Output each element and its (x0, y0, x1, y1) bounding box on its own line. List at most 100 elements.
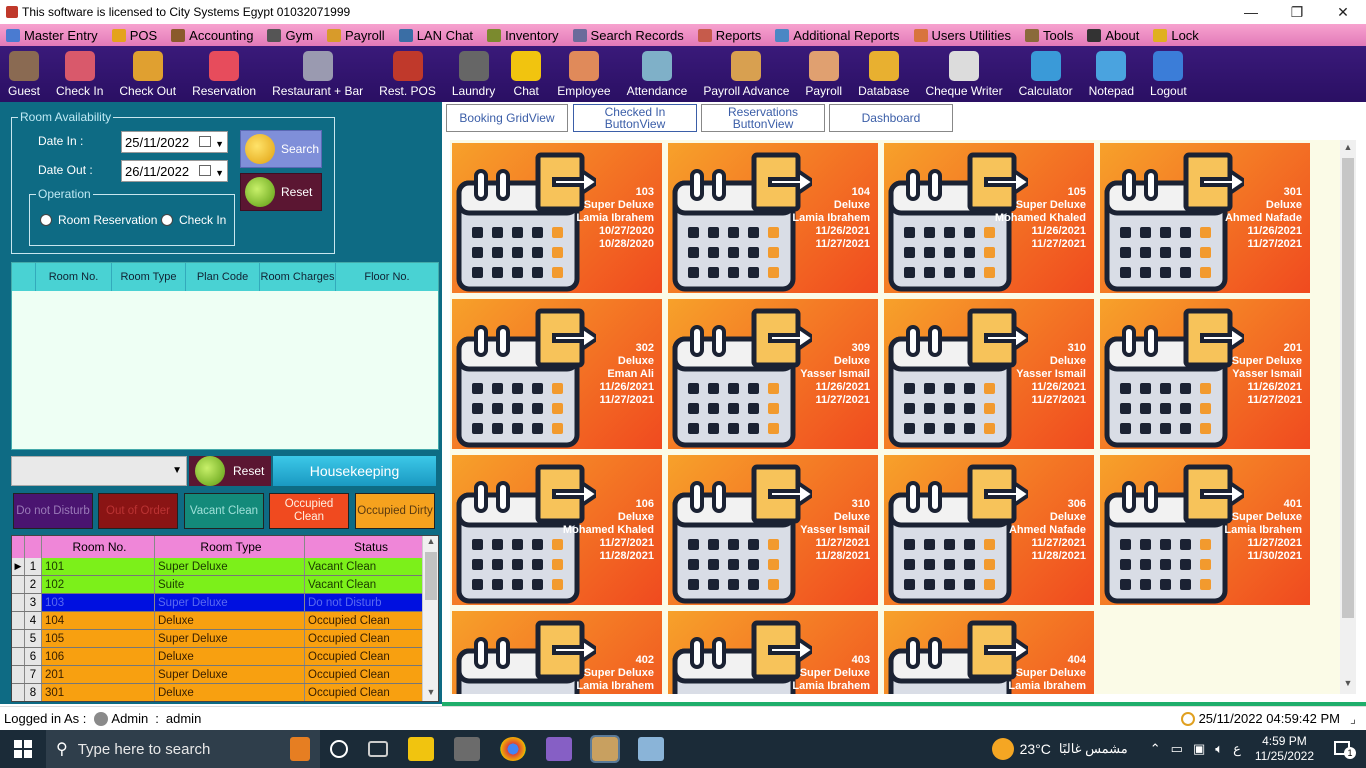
col-room-charges[interactable]: Room Charges (260, 263, 336, 291)
taskbar-search-box[interactable]: ⚲ Type here to search (46, 730, 320, 768)
tab-checked-in-buttonview[interactable]: Checked In ButtonView (573, 104, 697, 132)
room-card-401[interactable]: 401 Super Deluxe Lamia Ibrahem 11/27/2021 11… (1100, 455, 1310, 605)
toolbar-notepad[interactable]: Notepad (1081, 51, 1142, 102)
toolbar-payroll[interactable]: Payroll (797, 51, 850, 102)
housekeeping-reset-button[interactable]: Reset (189, 456, 271, 486)
scroll-down-icon[interactable]: ▼ (1340, 678, 1356, 692)
toolbar-chat[interactable]: Chat (503, 51, 549, 102)
room-card-310[interactable]: 310 Deluxe Yasser Ismail 11/27/2021 11/28/20… (668, 455, 878, 605)
availability-reset-button[interactable]: Reset (240, 173, 322, 211)
room-card-106[interactable]: 106 Deluxe Mohamed Khaled 11/27/2021 11/28/2… (452, 455, 662, 605)
table-row[interactable]: 3 103 Super Deluxe Do not Disturb (12, 594, 438, 612)
menu-item-lock[interactable]: Lock (1153, 28, 1199, 43)
weather-temp[interactable]: 23°C (1020, 741, 1051, 757)
chevron-up-icon[interactable]: ⌃ (1150, 741, 1161, 757)
table-row[interactable]: ▶ 1 101 Super Deluxe Vacant Clean (12, 558, 438, 576)
notifications-button[interactable]: 1 (1328, 737, 1358, 761)
table-row[interactable]: 7 201 Super Deluxe Occupied Clean (12, 666, 438, 684)
volume-icon[interactable]: 🔈︎ (1215, 741, 1223, 757)
cortana-icon[interactable] (330, 740, 348, 758)
room-card-301[interactable]: 301 Deluxe Ahmed Nafade 11/26/2021 11/27/202… (1100, 143, 1310, 293)
col-room-no[interactable]: Room No. (36, 263, 112, 291)
battery-icon[interactable]: ▭ (1171, 741, 1183, 757)
status-button-occupied-dirty[interactable]: Occupied Dirty (355, 493, 435, 529)
table-row[interactable]: 6 106 Deluxe Occupied Clean (12, 648, 438, 666)
available-rooms-grid[interactable]: Room No. Room Type Plan Code Room Charge… (11, 262, 439, 450)
toolbar-rest-pos[interactable]: Rest. POS (371, 51, 444, 102)
menu-item-search-records[interactable]: Search Records (572, 28, 684, 43)
weather-icon[interactable] (991, 738, 1014, 760)
scroll-up-icon[interactable]: ▲ (423, 536, 438, 550)
housekeeping-filter-select[interactable]: ▼ (11, 456, 187, 486)
scroll-thumb[interactable] (425, 552, 437, 600)
col-room-type[interactable]: Room Type (112, 263, 186, 291)
tools-app-icon[interactable] (454, 737, 480, 761)
col-floor-no[interactable]: Floor No. (336, 263, 438, 291)
toolbar-guest[interactable]: Guest (0, 51, 48, 102)
tab-dashboard[interactable]: Dashboard (829, 104, 953, 132)
col-plan-code[interactable]: Plan Code (186, 263, 260, 291)
toolbar-check-out[interactable]: Check Out (111, 51, 184, 102)
menu-item-accounting[interactable]: Accounting (171, 28, 253, 43)
weather-text[interactable]: مشمس غالبًا (1059, 741, 1128, 757)
menu-item-users-utilities[interactable]: Users Utilities (913, 28, 1011, 43)
room-reservation-radio[interactable]: Room Reservation (40, 213, 157, 227)
room-card-104[interactable]: 104 Deluxe Lamia Ibrahem 11/26/2021 11/27/20… (668, 143, 878, 293)
room-card-302[interactable]: 302 Deluxe Eman Ali 11/26/2021 11/27/2021 (452, 299, 662, 449)
cards-scrollbar[interactable]: ▲ ▼ (1340, 140, 1356, 694)
paint-icon[interactable] (638, 737, 664, 761)
menu-item-additional-reports[interactable]: Additional Reports (775, 28, 900, 43)
table-row[interactable]: 5 105 Super Deluxe Occupied Clean (12, 630, 438, 648)
menu-item-inventory[interactable]: Inventory (487, 28, 559, 43)
menu-item-reports[interactable]: Reports (697, 28, 761, 43)
menu-item-lan-chat[interactable]: LAN Chat (398, 28, 473, 43)
restore-button[interactable]: ❐ (1274, 0, 1320, 24)
chrome-icon[interactable] (500, 737, 526, 761)
menu-item-payroll[interactable]: Payroll (326, 28, 385, 43)
room-card-103[interactable]: 103 Super Deluxe Lamia Ibrahem 10/27/2020 10… (452, 143, 662, 293)
toolbar-attendance[interactable]: Attendance (619, 51, 696, 102)
minimize-button[interactable]: — (1228, 0, 1274, 24)
taskbar-clock[interactable]: 4:59 PM 11/25/2022 (1255, 734, 1314, 764)
table-row[interactable]: 4 104 Deluxe Occupied Clean (12, 612, 438, 630)
close-button[interactable]: ✕ (1320, 0, 1366, 24)
task-view-icon[interactable] (368, 741, 388, 757)
visual-studio-icon[interactable] (546, 737, 572, 761)
room-card-201[interactable]: 201 Super Deluxe Yasser Ismail 11/26/2021 11… (1100, 299, 1310, 449)
hotel-app-icon[interactable] (590, 735, 620, 763)
room-card-105[interactable]: 105 Super Deluxe Mohamed Khaled 11/26/2021 1… (884, 143, 1094, 293)
menu-item-about[interactable]: About (1087, 28, 1139, 43)
tab-reservations-buttonview[interactable]: Reservations ButtonView (701, 104, 825, 132)
toolbar-reservation[interactable]: Reservation (184, 51, 264, 102)
col-room-type[interactable]: Room Type (155, 536, 305, 558)
vertical-scrollbar[interactable]: ▲ ▼ (422, 536, 438, 701)
toolbar-calculator[interactable]: Calculator (1011, 51, 1081, 102)
housekeeping-button[interactable]: Housekeeping (273, 456, 436, 486)
check-in-radio[interactable]: Check In (161, 213, 226, 227)
room-card-310[interactable]: 310 Deluxe Yasser Ismail 11/26/2021 11/27/20… (884, 299, 1094, 449)
status-button-occupied-clean[interactable]: Occupied Clean (269, 493, 349, 529)
housekeeping-grid[interactable]: Room No. Room Type Status ▶ 1 101 Super Del… (11, 535, 439, 702)
cortana-highlight-icon[interactable] (290, 737, 310, 761)
room-card-309[interactable]: 309 Deluxe Yasser Ismail 11/26/2021 11/27/20… (668, 299, 878, 449)
table-row[interactable]: 8 301 Deluxe Occupied Clean (12, 684, 438, 701)
start-button[interactable] (0, 730, 46, 768)
toolbar-cheque-writer[interactable]: Cheque Writer (917, 51, 1010, 102)
menu-item-master-entry[interactable]: Master Entry (6, 28, 98, 43)
toolbar-check-in[interactable]: Check In (48, 51, 111, 102)
toolbar-database[interactable]: Database (850, 51, 917, 102)
status-button-do-not-disturb[interactable]: Do not Disturb (13, 493, 93, 529)
toolbar-laundry[interactable]: Laundry (444, 51, 503, 102)
menu-item-gym[interactable]: Gym (267, 28, 313, 43)
status-button-out-of-order[interactable]: Out of Order (98, 493, 178, 529)
status-button-vacant-clean[interactable]: Vacant Clean (184, 493, 264, 529)
col-room-no[interactable]: Room No. (42, 536, 155, 558)
date-in-picker[interactable]: 25/11/2022 ▼ (121, 131, 228, 153)
room-card-402[interactable]: 402 Super Deluxe Lamia Ibrahem (452, 611, 662, 694)
tab-booking-gridview[interactable]: Booking GridView (446, 104, 568, 132)
toolbar-logout[interactable]: Logout (1142, 51, 1195, 102)
menu-item-tools[interactable]: Tools (1025, 28, 1073, 43)
file-explorer-icon[interactable] (408, 737, 434, 761)
scroll-up-icon[interactable]: ▲ (1340, 142, 1356, 156)
room-card-403[interactable]: 403 Super Deluxe Lamia Ibrahem (668, 611, 878, 694)
